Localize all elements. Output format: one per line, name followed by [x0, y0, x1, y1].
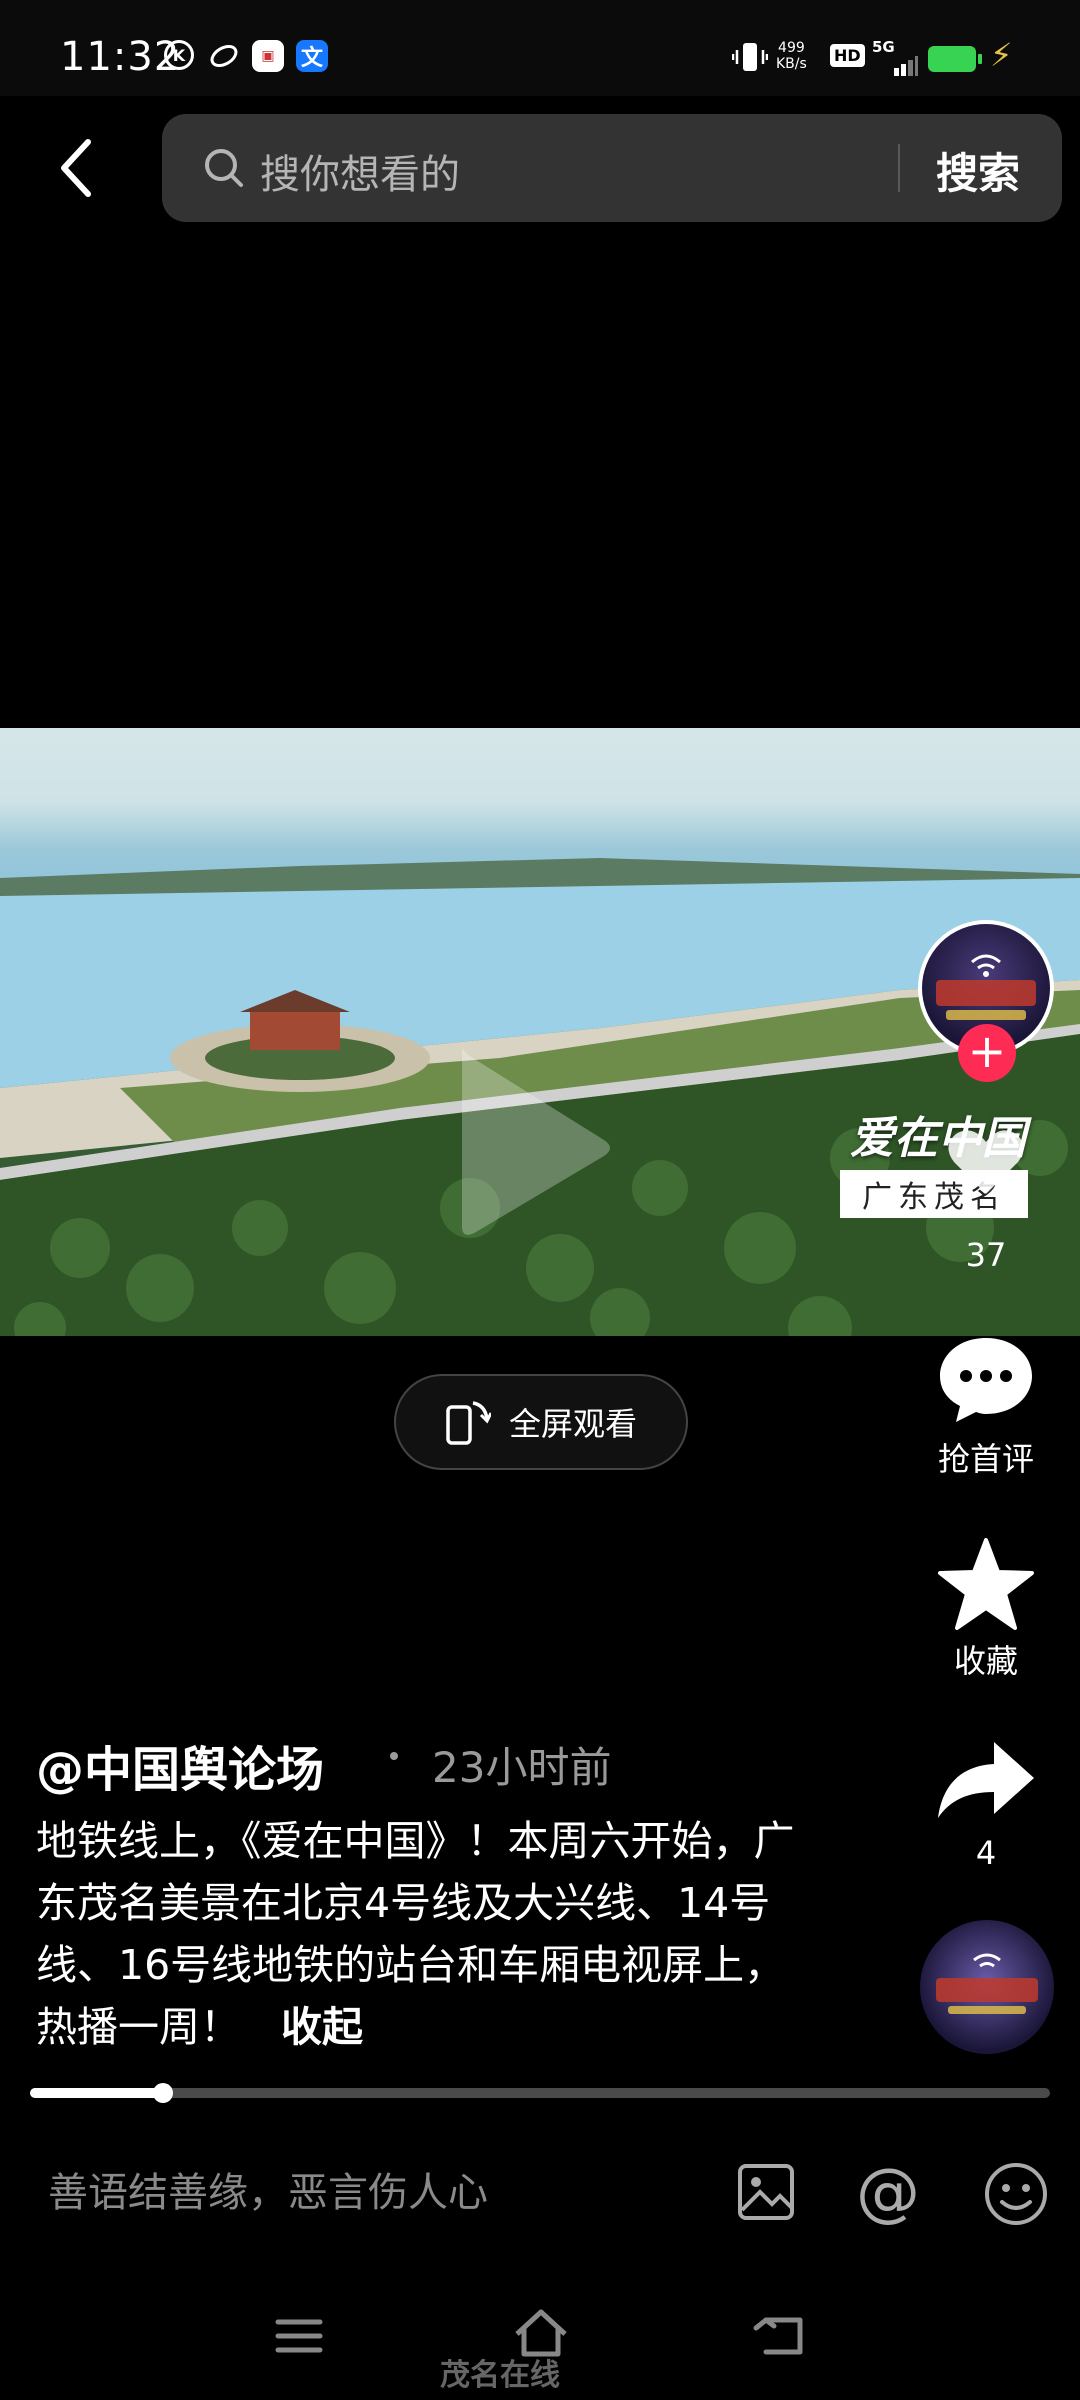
disc-logo-icon	[936, 1953, 1038, 2014]
fullscreen-button[interactable]: 全屏观看	[394, 1374, 688, 1470]
notification-app-icon	[208, 40, 240, 72]
hd-badge: HD	[830, 44, 865, 67]
back-nav-button[interactable]	[752, 2312, 808, 2364]
network-speed: 499 KB/s	[776, 40, 807, 72]
comment-icon	[940, 1338, 1032, 1422]
network-speed-unit: KB/s	[776, 56, 807, 72]
music-disc[interactable]	[920, 1920, 1054, 2054]
post-time: 23小时前	[432, 1743, 612, 1792]
emoji-icon	[985, 2163, 1047, 2225]
share-icon	[938, 1742, 1034, 1818]
like-button[interactable]	[912, 1126, 1060, 1202]
author-name[interactable]: @中国舆论场	[36, 1730, 324, 1800]
progress-fill	[30, 2088, 163, 2098]
star-icon	[938, 1538, 1034, 1630]
search-button[interactable]: 搜索	[936, 140, 1020, 201]
rotate-screen-icon	[446, 1401, 491, 1445]
share-button[interactable]	[912, 1738, 1060, 1826]
emoji-button[interactable]	[982, 2160, 1050, 2232]
search-bar[interactable]: 搜你想看的 搜索	[162, 114, 1062, 222]
vibrate-icon	[731, 40, 769, 78]
video-progress-bar[interactable]	[30, 2083, 1050, 2103]
chevron-left-icon	[61, 139, 91, 197]
comment-label: 抢首评	[937, 1440, 1034, 1478]
share-count: 4	[975, 1834, 997, 1872]
image-icon	[738, 2164, 794, 2220]
network-type: 5G	[872, 38, 895, 56]
site-watermark-logo: 茂名在线	[440, 2358, 560, 2393]
search-icon	[202, 146, 246, 194]
heart-icon	[948, 1130, 1024, 1194]
network-speed-value: 499	[778, 40, 805, 56]
status-time: 11:32	[60, 34, 181, 80]
at-icon: @	[856, 2156, 920, 2230]
back-button[interactable]	[40, 128, 112, 208]
battery-icon	[928, 46, 982, 72]
search-input[interactable]: 搜你想看的	[260, 142, 460, 200]
follow-button[interactable]: +	[958, 1024, 1016, 1082]
search-divider	[898, 144, 900, 192]
recent-apps-button[interactable]	[274, 2316, 324, 2360]
image-button[interactable]	[734, 2160, 798, 2228]
notification-app-icon: ▣	[252, 40, 284, 72]
favorite-button[interactable]	[912, 1536, 1060, 1636]
progress-thumb[interactable]	[152, 2083, 173, 2103]
signal-icon	[874, 56, 918, 80]
notification-app-icon: K	[164, 40, 194, 70]
separator-dot	[390, 1752, 398, 1760]
comment-input[interactable]: 善语结善缘，恶言伤人心	[48, 2160, 488, 2218]
comment-button[interactable]	[912, 1334, 1060, 1430]
mention-button[interactable]: @	[856, 2156, 920, 2230]
like-count: 37	[965, 1236, 1007, 1274]
caption-text: 地铁线上，《爱在中国》！本周六开始，广东茂名美景在北京4号线及大兴线、14号线、…	[36, 1817, 795, 2051]
favorite-label: 收藏	[953, 1642, 1018, 1680]
charging-icon: ⚡	[990, 36, 1013, 74]
notification-app-icon: 文	[296, 40, 328, 72]
collapse-link[interactable]: 收起	[281, 2003, 363, 2051]
fullscreen-label: 全屏观看	[508, 1405, 637, 1443]
return-icon	[753, 2317, 803, 2355]
post-caption: 地铁线上，《爱在中国》！本周六开始，广东茂名美景在北京4号线及大兴线、14号线、…	[36, 1810, 826, 2058]
menu-icon	[275, 2319, 323, 2353]
